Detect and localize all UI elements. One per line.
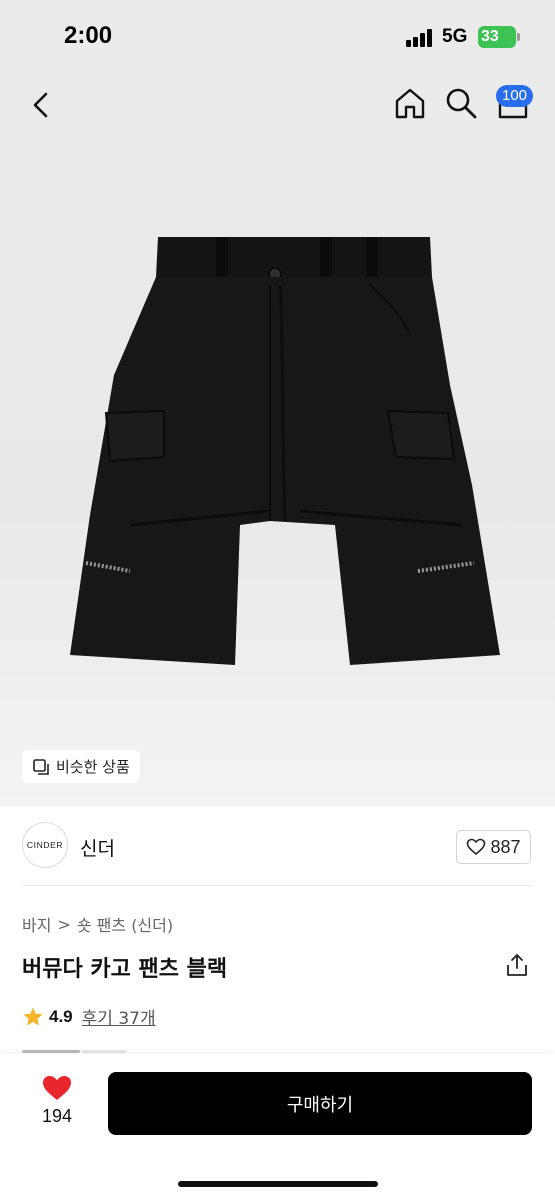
divider — [22, 885, 533, 886]
buy-button-label: 구매하기 — [286, 1094, 354, 1116]
cart-badge: 100 — [496, 85, 534, 107]
shop-name[interactable]: 신더 — [80, 834, 115, 861]
battery-level: 33 — [481, 28, 499, 45]
shop-row: CINDER 신더 887 — [0, 806, 555, 886]
shop-like-count: 887 — [490, 836, 521, 857]
product-title: 버뮤다 카고 팬츠 블랙 — [22, 957, 228, 982]
signal-icon — [406, 29, 434, 47]
breadcrumb: 바지 > 숏 팬츠 (신더) — [22, 912, 173, 936]
wish-count: 194 — [41, 1106, 73, 1126]
battery-icon: 33 — [478, 26, 516, 48]
home-icon[interactable] — [394, 86, 426, 120]
wish-button[interactable]: 194 — [28, 1074, 86, 1130]
buy-button[interactable]: 구매하기 — [108, 1072, 532, 1135]
breadcrumb-item-subcategory[interactable]: 숏 팬츠 (신더) — [77, 912, 173, 936]
rating-value: 4.9 — [49, 1006, 73, 1026]
shop-like-button[interactable]: 887 — [456, 830, 531, 864]
copy-icon — [33, 758, 49, 775]
home-indicator[interactable] — [178, 1181, 378, 1187]
star-icon — [23, 1007, 43, 1026]
search-icon[interactable] — [444, 86, 478, 120]
battery-cap — [517, 33, 520, 41]
rating-row: 4.9 후기 37개 — [22, 1004, 156, 1029]
breadcrumb-separator: > — [57, 914, 71, 934]
status-time: 2:00 — [64, 22, 113, 49]
heart-outline-icon — [467, 838, 486, 855]
chevron-left-icon[interactable] — [28, 90, 56, 120]
share-icon[interactable] — [505, 952, 529, 978]
network-label: 5G — [442, 26, 468, 47]
shop-logo-text: CINDER — [26, 840, 64, 850]
status-bar: 2:00 5G 33 — [0, 0, 555, 70]
shop-logo[interactable]: CINDER — [22, 822, 68, 868]
product-photo[interactable] — [70, 225, 510, 685]
heart-filled-icon — [43, 1076, 71, 1100]
similar-products-label: 비슷한 상품 — [56, 758, 130, 776]
breadcrumb-item-category[interactable]: 바지 — [22, 912, 51, 936]
similar-products-button[interactable]: 비슷한 상품 — [22, 750, 140, 783]
review-link[interactable]: 후기 37개 — [82, 1004, 156, 1029]
